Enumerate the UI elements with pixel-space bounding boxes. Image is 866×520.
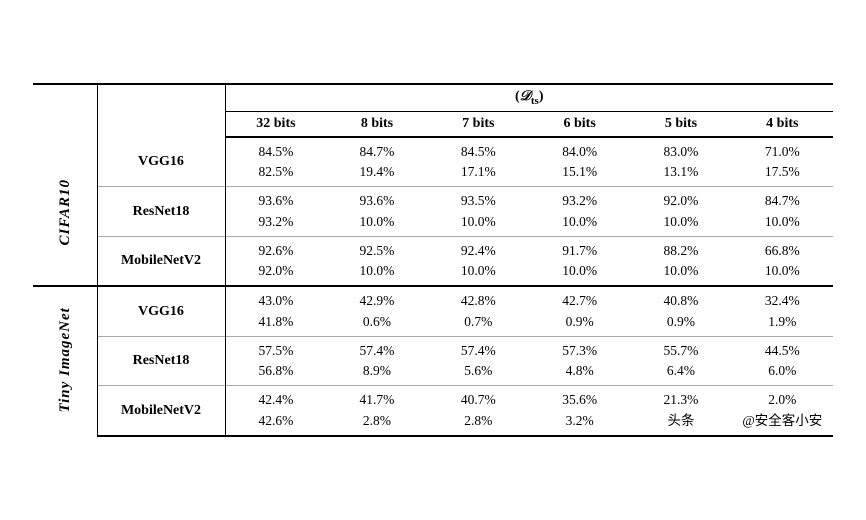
table-row: Tiny ImageNetVGG1643.0%41.8%42.9%0.6%42.…	[33, 286, 833, 336]
data-cell: 84.0%15.1%	[529, 137, 630, 187]
results-table: (𝒟ts) 32 bits 8 bits 7 bits 6 bits 5 bit…	[33, 83, 833, 437]
network-cell: MobileNetV2	[97, 236, 225, 286]
data-cell: 55.7%6.4%	[630, 336, 731, 386]
dataset-cell-cifar10: CIFAR10	[33, 137, 97, 287]
data-cell: 32.4%1.9%	[732, 286, 833, 336]
data-cell: 44.5%6.0%	[732, 336, 833, 386]
col-4bits: 4 bits	[732, 111, 833, 137]
data-cell: 93.6%10.0%	[326, 187, 427, 237]
data-cell: 42.7%0.9%	[529, 286, 630, 336]
data-cell: 93.6%93.2%	[225, 187, 326, 237]
accuracy-header: (𝒟ts)	[225, 84, 833, 111]
network-cell: ResNet18	[97, 336, 225, 386]
table-row: ResNet1893.6%93.2%93.6%10.0%93.5%10.0%93…	[33, 187, 833, 237]
col-6bits: 6 bits	[529, 111, 630, 137]
data-cell: 57.4%8.9%	[326, 336, 427, 386]
col-8bits: 8 bits	[326, 111, 427, 137]
dataset-cell-tiny-imagenet: Tiny ImageNet	[33, 286, 97, 436]
data-cell: 84.5%82.5%	[225, 137, 326, 187]
accuracy-math: 𝒟ts	[520, 89, 539, 104]
col-32bits: 32 bits	[225, 111, 326, 137]
table-row: ResNet1857.5%56.8%57.4%8.9%57.4%5.6%57.3…	[33, 336, 833, 386]
data-cell: 84.5%17.1%	[428, 137, 529, 187]
data-cell: 57.3%4.8%	[529, 336, 630, 386]
network-cell: VGG16	[97, 286, 225, 336]
data-cell: 93.5%10.0%	[428, 187, 529, 237]
data-cell: 21.3%头条	[630, 386, 731, 436]
data-cell: 71.0%17.5%	[732, 137, 833, 187]
data-cell: 92.5%10.0%	[326, 236, 427, 286]
data-cell: 84.7%19.4%	[326, 137, 427, 187]
data-cell: 41.7%2.8%	[326, 386, 427, 436]
data-cell: 93.2%10.0%	[529, 187, 630, 237]
data-cell: 91.7%10.0%	[529, 236, 630, 286]
data-cell: 92.6%92.0%	[225, 236, 326, 286]
data-cell: 57.4%5.6%	[428, 336, 529, 386]
header-row-main: (𝒟ts)	[33, 84, 833, 111]
network-cell: ResNet18	[97, 187, 225, 237]
data-cell: 42.4%42.6%	[225, 386, 326, 436]
table-row: CIFAR10VGG1684.5%82.5%84.7%19.4%84.5%17.…	[33, 137, 833, 187]
data-cell: 57.5%56.8%	[225, 336, 326, 386]
data-cell: 2.0%@安全客小安	[732, 386, 833, 436]
data-cell: 88.2%10.0%	[630, 236, 731, 286]
table-row: MobileNetV242.4%42.6%41.7%2.8%40.7%2.8%3…	[33, 386, 833, 436]
data-cell: 35.6%3.2%	[529, 386, 630, 436]
col-dataset-header	[33, 84, 97, 137]
data-cell: 83.0%13.1%	[630, 137, 731, 187]
data-cell: 43.0%41.8%	[225, 286, 326, 336]
data-cell: 42.9%0.6%	[326, 286, 427, 336]
col-5bits: 5 bits	[630, 111, 731, 137]
col-network-header	[97, 84, 225, 137]
network-cell: MobileNetV2	[97, 386, 225, 436]
data-cell: 92.0%10.0%	[630, 187, 731, 237]
table-wrapper: (𝒟ts) 32 bits 8 bits 7 bits 6 bits 5 bit…	[3, 63, 863, 457]
data-cell: 84.7%10.0%	[732, 187, 833, 237]
table-row: MobileNetV292.6%92.0%92.5%10.0%92.4%10.0…	[33, 236, 833, 286]
network-cell: VGG16	[97, 137, 225, 187]
col-7bits: 7 bits	[428, 111, 529, 137]
data-cell: 66.8%10.0%	[732, 236, 833, 286]
data-cell: 40.8%0.9%	[630, 286, 731, 336]
data-cell: 42.8%0.7%	[428, 286, 529, 336]
data-cell: 92.4%10.0%	[428, 236, 529, 286]
data-cell: 40.7%2.8%	[428, 386, 529, 436]
